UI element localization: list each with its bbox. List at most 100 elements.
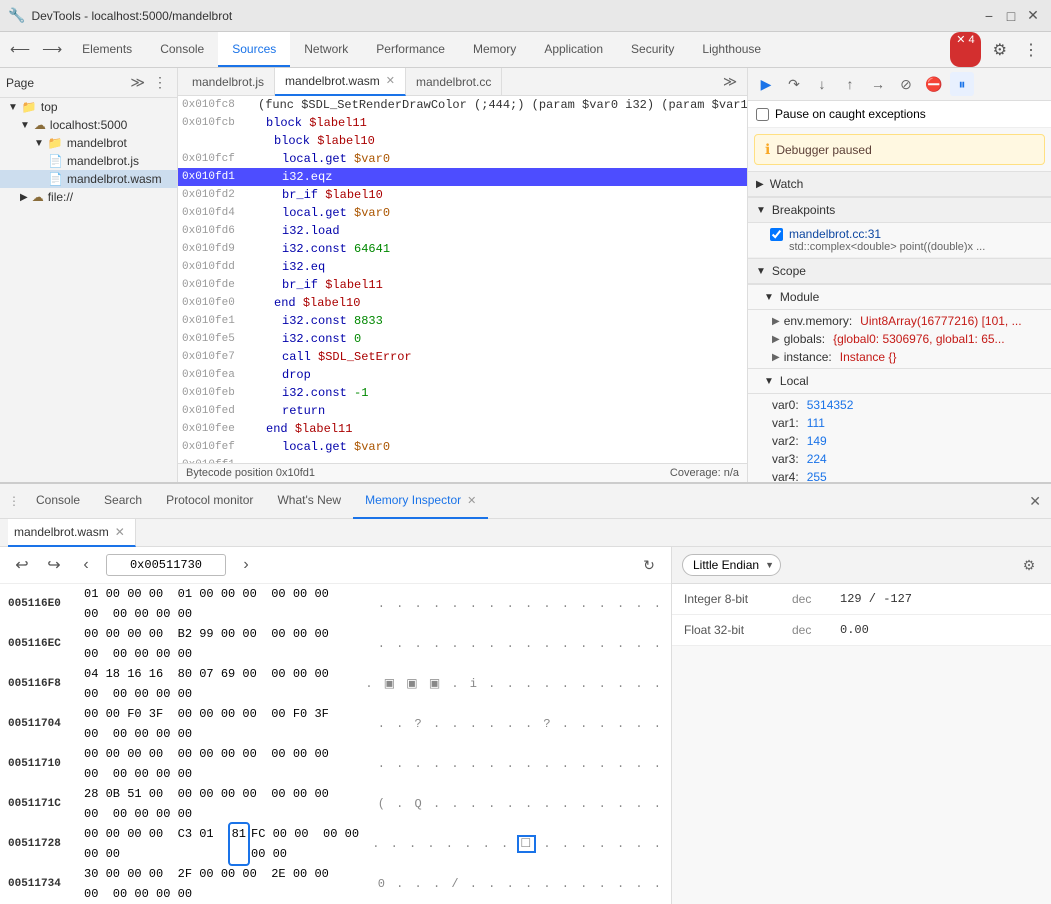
undo-button[interactable]: ↩	[10, 553, 34, 577]
bottom-tab-whats-new[interactable]: What's New	[265, 484, 353, 519]
code-panel: mandelbrot.js mandelbrot.wasm ✕ mandelbr…	[178, 68, 748, 482]
memory-settings-button[interactable]: ⚙	[1017, 553, 1041, 577]
settings-button[interactable]: ⚙	[985, 32, 1015, 67]
code-line[interactable]: 0x010fe7 call $SDL_SetError	[178, 348, 747, 366]
minimize-button[interactable]: −	[979, 6, 999, 26]
scope-section-header[interactable]: ▼ Scope	[748, 258, 1051, 284]
address-input[interactable]	[106, 554, 226, 576]
resume-button[interactable]: ▶	[754, 72, 778, 96]
tab-console[interactable]: Console	[146, 32, 218, 67]
local-var3[interactable]: var3: 224	[748, 450, 1051, 468]
code-tab-wasm[interactable]: mandelbrot.wasm ✕	[275, 68, 406, 96]
tree-localhost[interactable]: ▼ ☁ localhost:5000	[0, 116, 177, 134]
tab-lighthouse[interactable]: Lighthouse	[688, 32, 775, 67]
close-all-button[interactable]: ✕	[1023, 489, 1047, 514]
code-line[interactable]: 0x010fd6 i32.load	[178, 222, 747, 240]
code-addr: 0x010fd4	[182, 204, 242, 222]
endian-select[interactable]: Little Endian Big Endian	[682, 554, 781, 576]
step-into-button[interactable]: ↓	[810, 72, 834, 96]
tab-nav-back[interactable]: ⟵	[4, 32, 36, 67]
prev-address-button[interactable]: ‹	[74, 553, 98, 577]
pause-caught-exceptions-checkbox[interactable]	[756, 108, 769, 121]
scope-item-instance[interactable]: ▶ instance: Instance {}	[748, 348, 1051, 366]
code-tab-cc[interactable]: mandelbrot.cc	[406, 68, 502, 96]
code-line[interactable]: 0x010fd2 br_if $label10	[178, 186, 747, 204]
step-over-button[interactable]: ↷	[782, 72, 806, 96]
more-menu-button[interactable]: ⋮	[1015, 32, 1047, 67]
tab-memory[interactable]: Memory	[459, 32, 530, 67]
code-line[interactable]: 0x010ff1	[178, 456, 747, 463]
bottom-tab-console[interactable]: Console	[24, 484, 92, 519]
tree-mandelbrot-js[interactable]: 📄 mandelbrot.js	[0, 152, 177, 170]
hex-ascii: . . . . . . . . ☐ . . . . . . .	[372, 834, 663, 854]
deactivate-breakpoints-button[interactable]: ⊘	[894, 72, 918, 96]
next-address-button[interactable]: ›	[234, 553, 258, 577]
memory-file-tab-item[interactable]: mandelbrot.wasm ✕	[8, 519, 136, 547]
tree-top[interactable]: ▼ 📁 top	[0, 98, 177, 116]
code-line[interactable]: 0x010fd4 local.get $var0	[178, 204, 747, 222]
code-line[interactable]: 0x010fcf local.get $var0	[178, 150, 747, 168]
hex-bytes: 00 00 00 00 00 00 00 00 00 00 00 00 00 0…	[84, 744, 372, 784]
code-status-bar: Bytecode position 0x10fd1 Coverage: n/a	[178, 463, 747, 482]
tab-network[interactable]: Network	[290, 32, 362, 67]
local-var0[interactable]: var0: 5314352	[748, 396, 1051, 414]
close-button[interactable]: ✕	[1023, 6, 1043, 26]
maximize-button[interactable]: □	[1001, 6, 1021, 26]
breakpoints-section-header[interactable]: ▼ Breakpoints	[748, 197, 1051, 223]
sidebar-menu-btn[interactable]: ⋮	[149, 72, 171, 93]
local-var2[interactable]: var2: 149	[748, 432, 1051, 450]
code-line[interactable]: 0x010fe5 i32.const 0	[178, 330, 747, 348]
pause-on-exception-button[interactable]: ⛔	[922, 72, 946, 96]
pause-button[interactable]: ⏸	[950, 72, 974, 96]
float-32bit-label: Float 32-bit	[684, 623, 784, 637]
tab-security[interactable]: Security	[617, 32, 688, 67]
breakpoint-checkbox[interactable]	[770, 228, 783, 241]
local-var4[interactable]: var4: 255	[748, 468, 1051, 482]
hex-addr: 005116EC	[8, 634, 78, 654]
redo-button[interactable]: ↪	[42, 553, 66, 577]
bottom-tab-memory-inspector[interactable]: Memory Inspector ✕	[353, 484, 488, 519]
bottom-tab-protocol-monitor[interactable]: Protocol monitor	[154, 484, 265, 519]
tab-sources[interactable]: Sources	[218, 32, 290, 67]
tree-file[interactable]: ▶ ☁ file://	[0, 188, 177, 206]
tree-mandelbrot-wasm[interactable]: 📄 mandelbrot.wasm	[0, 170, 177, 188]
scope-item-env-memory[interactable]: ▶ env.memory: Uint8Array(16777216) [101,…	[748, 312, 1051, 330]
code-line[interactable]: 0x010fed return	[178, 402, 747, 420]
code-line[interactable]: 0x010fe0 end $label10	[178, 294, 747, 312]
tab-performance[interactable]: Performance	[362, 32, 459, 67]
code-line[interactable]: 0x010fcb block $label11	[178, 114, 747, 132]
code-line[interactable]: 0x010fef local.get $var0	[178, 438, 747, 456]
code-line[interactable]: 0x010feb i32.const -1	[178, 384, 747, 402]
sidebar-more-btn[interactable]: ≫	[126, 72, 149, 93]
code-panel-expand-btn[interactable]: ≫	[717, 72, 743, 92]
step-button[interactable]: →	[866, 72, 890, 96]
code-tab-js[interactable]: mandelbrot.js	[182, 68, 275, 96]
refresh-button[interactable]: ↻	[637, 553, 661, 577]
code-line[interactable]: block $label10	[178, 132, 747, 150]
local-var1[interactable]: var1: 111	[748, 414, 1051, 432]
memory-file-close[interactable]: ✕	[115, 525, 125, 539]
code-line-highlighted[interactable]: 0x010fd1 i32.eqz	[178, 168, 747, 186]
tab-application[interactable]: Application	[530, 32, 617, 67]
code-line[interactable]: 0x010fe1 i32.const 8833	[178, 312, 747, 330]
code-line[interactable]: 0x010fde br_if $label11	[178, 276, 747, 294]
memory-inspector-close[interactable]: ✕	[467, 494, 476, 507]
step-out-button[interactable]: ↑	[838, 72, 862, 96]
code-line[interactable]: 0x010fc8 (func $SDL_SetRenderDrawColor (…	[178, 96, 747, 114]
code-line[interactable]: 0x010fdd i32.eq	[178, 258, 747, 276]
folder-icon-top: 📁	[22, 100, 37, 114]
module-section-header[interactable]: ▼ Module	[748, 284, 1051, 310]
code-tab-wasm-close[interactable]: ✕	[386, 74, 395, 87]
scope-item-globals[interactable]: ▶ globals: {global0: 5306976, global1: 6…	[748, 330, 1051, 348]
watch-section-header[interactable]: ▶ Watch	[748, 171, 1051, 197]
local-section-header[interactable]: ▼ Local	[748, 368, 1051, 394]
tab-elements[interactable]: Elements	[68, 32, 146, 67]
code-line[interactable]: 0x010fee end $label11	[178, 420, 747, 438]
code-line[interactable]: 0x010fd9 i32.const 64641	[178, 240, 747, 258]
bottom-tab-search[interactable]: Search	[92, 484, 154, 519]
tree-mandelbrot-folder[interactable]: ▼ 📁 mandelbrot	[0, 134, 177, 152]
scope-arrow: ▶	[772, 352, 780, 363]
code-line[interactable]: 0x010fea drop	[178, 366, 747, 384]
tab-nav-forward[interactable]: ⟶	[36, 32, 68, 67]
hex-addr: 00511710	[8, 754, 78, 774]
